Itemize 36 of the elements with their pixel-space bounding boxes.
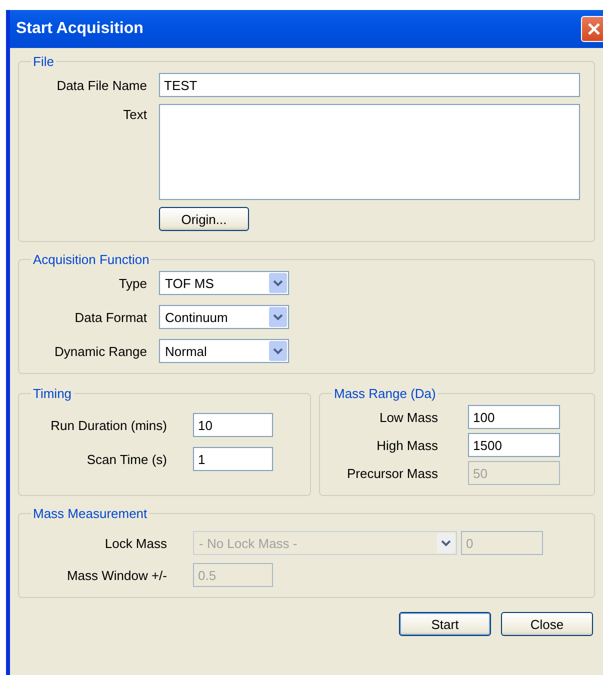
caret-icon bbox=[269, 341, 287, 361]
field-label: Run Duration (mins) bbox=[50, 418, 167, 432]
close-icon bbox=[586, 21, 602, 37]
text-field[interactable]: 100 bbox=[468, 405, 560, 429]
field-label: Data File Name bbox=[56, 78, 147, 92]
dialog-button[interactable]: Close bbox=[501, 612, 593, 636]
field-label: Dynamic Range bbox=[54, 344, 147, 358]
field-label: High Mass bbox=[376, 438, 438, 452]
field-label: Mass Window +/- bbox=[66, 568, 167, 582]
group-title: File bbox=[32, 54, 55, 69]
field-label: Precursor Mass bbox=[346, 466, 438, 480]
caret-icon bbox=[269, 307, 287, 327]
dropdown[interactable]: Normal bbox=[159, 339, 289, 363]
field-label: Lock Mass bbox=[104, 536, 167, 550]
field-label: Type bbox=[118, 276, 147, 290]
text-field[interactable]: 1500 bbox=[468, 433, 560, 457]
dropdown[interactable]: TOF MS bbox=[159, 271, 289, 295]
text-field[interactable]: TEST bbox=[159, 73, 580, 97]
field-label: Data Format bbox=[74, 310, 147, 324]
close-button[interactable] bbox=[581, 16, 603, 42]
dialog-button[interactable]: Start bbox=[399, 612, 491, 636]
field-label: Scan Time (s) bbox=[86, 452, 167, 466]
text-area[interactable] bbox=[159, 104, 580, 200]
group-title: Acquisition Function bbox=[32, 252, 150, 267]
text-field[interactable]: 1 bbox=[193, 447, 273, 471]
caret-icon bbox=[437, 533, 455, 553]
caret-icon bbox=[269, 273, 287, 293]
field-label: Text bbox=[122, 106, 147, 122]
group-title: Mass Range (Da) bbox=[333, 386, 437, 401]
field-label: Low Mass bbox=[378, 410, 438, 424]
dropdown[interactable]: Continuum bbox=[159, 305, 289, 329]
text-field[interactable]: 10 bbox=[193, 413, 273, 437]
group-title: Mass Measurement bbox=[32, 506, 148, 521]
window-title: Start Acquisition bbox=[16, 20, 144, 38]
origin-button[interactable]: Origin... bbox=[159, 207, 249, 231]
group-title: Timing bbox=[32, 386, 73, 401]
